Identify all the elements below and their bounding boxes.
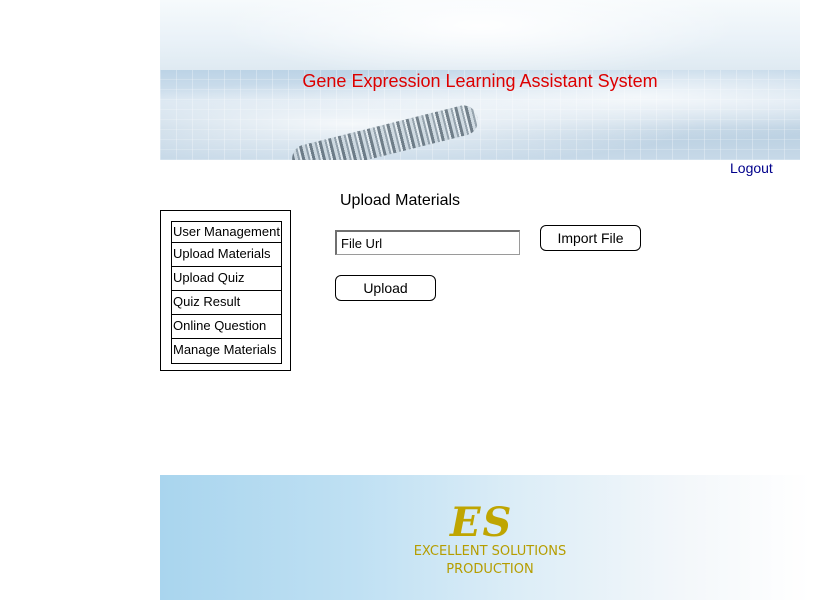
company-logo: ES xyxy=(450,499,514,546)
file-url-input[interactable] xyxy=(335,230,520,255)
banner-glow xyxy=(220,0,740,80)
page-title: Upload Materials xyxy=(340,192,461,209)
sidebar-menu-table: User Management Upload Materials Upload … xyxy=(171,221,282,364)
sidebar-item-upload-quiz[interactable]: Upload Quiz xyxy=(172,267,281,291)
sidebar-item-upload-materials[interactable]: Upload Materials xyxy=(172,243,281,267)
footer-banner: ES EXCELLENT SOLUTIONS PRODUCTION xyxy=(160,475,810,600)
logout-link[interactable]: Logout xyxy=(730,160,773,176)
sidebar-item-quiz-result[interactable]: Quiz Result xyxy=(172,291,281,315)
company-name-line1: EXCELLENT SOLUTIONS xyxy=(413,544,567,559)
company-name-line2: PRODUCTION xyxy=(446,562,534,577)
sidebar-menu: User Management Upload Materials Upload … xyxy=(160,210,291,371)
page: Gene Expression Learning Assistant Syste… xyxy=(0,0,820,610)
sidebar-item-online-question[interactable]: Online Question xyxy=(172,315,281,339)
import-file-button[interactable]: Import File xyxy=(540,225,641,251)
header-banner: Gene Expression Learning Assistant Syste… xyxy=(160,0,800,160)
upload-button[interactable]: Upload xyxy=(335,275,436,301)
sidebar-item-manage-materials[interactable]: Manage Materials xyxy=(172,339,281,363)
site-title: Gene Expression Learning Assistant Syste… xyxy=(302,71,658,91)
sidebar-item-user-management[interactable]: User Management xyxy=(172,222,281,243)
